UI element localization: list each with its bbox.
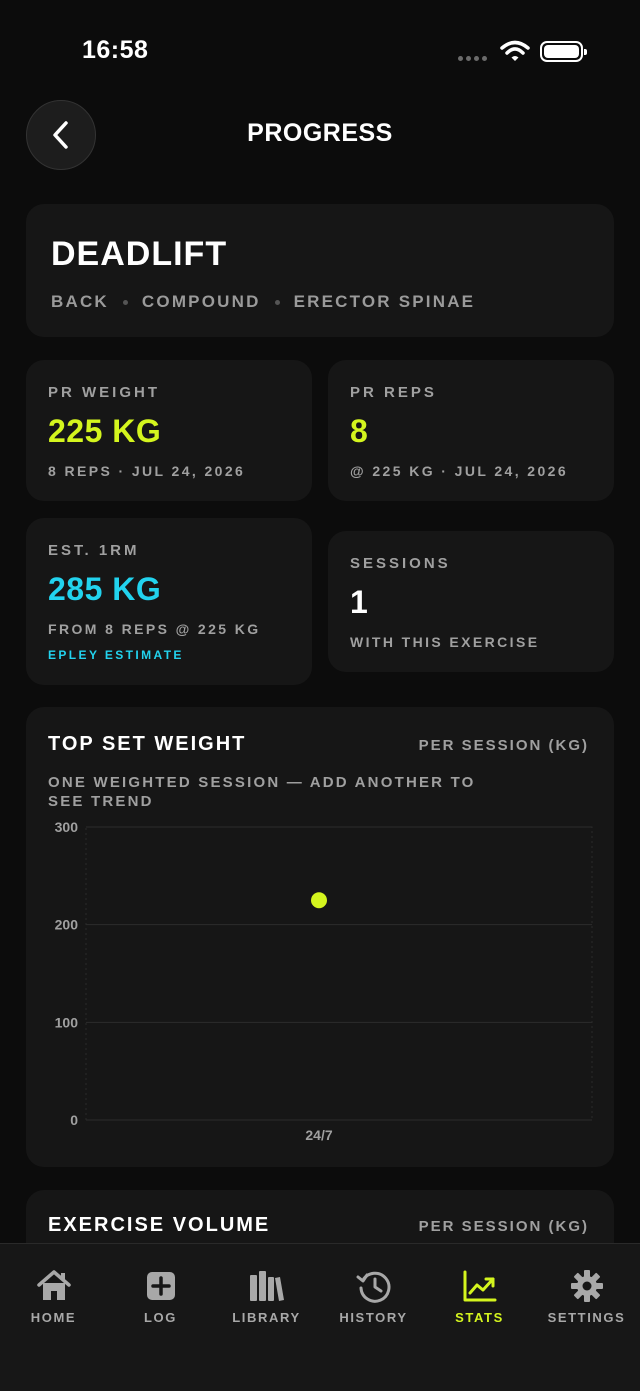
gear-icon bbox=[570, 1270, 603, 1302]
est-1rm-label: EST. 1RM bbox=[48, 542, 140, 559]
status-time: 16:58 bbox=[82, 36, 149, 64]
tab-library-label: LIBRARY bbox=[232, 1310, 301, 1325]
sessions-card: SESSIONS 1 WITH THIS EXERCISE bbox=[328, 531, 614, 672]
tab-settings[interactable]: SETTINGS bbox=[533, 1244, 640, 1344]
pr-weight-card: PR WEIGHT 225 KG 8 REPS · JUL 24, 2026 bbox=[26, 360, 312, 501]
status-bar: 16:58 bbox=[0, 0, 640, 100]
est-1rm-card: EST. 1RM 285 KG FROM 8 REPS @ 225 KG EPL… bbox=[26, 518, 312, 685]
est-1rm-method: EPLEY ESTIMATE bbox=[48, 648, 184, 662]
x-tick-label: 24/7 bbox=[305, 1127, 332, 1143]
battery-icon bbox=[540, 41, 587, 62]
tab-history-label: HISTORY bbox=[339, 1310, 408, 1325]
pr-weight-detail: 8 REPS · JUL 24, 2026 bbox=[48, 463, 246, 479]
tab-library[interactable]: LIBRARY bbox=[213, 1244, 320, 1344]
chart-plot-area bbox=[85, 826, 593, 1121]
volume-chart-title: EXERCISE VOLUME bbox=[48, 1214, 271, 1236]
tab-log-label: LOG bbox=[144, 1310, 177, 1325]
tag-muscle-group: BACK bbox=[51, 292, 109, 311]
top-set-weight-chart-card: TOP SET WEIGHT PER SESSION (KG) ONE WEIG… bbox=[26, 707, 614, 1167]
pr-reps-detail: @ 225 KG · JUL 24, 2026 bbox=[350, 463, 569, 479]
library-icon bbox=[249, 1271, 284, 1301]
y-tick-label: 0 bbox=[70, 1112, 78, 1128]
tab-home-label: HOME bbox=[30, 1310, 77, 1325]
y-tick-label: 300 bbox=[55, 819, 79, 835]
pr-weight-value: 225 KG bbox=[48, 413, 162, 449]
tab-settings-label: SETTINGS bbox=[547, 1310, 626, 1325]
home-icon bbox=[36, 1270, 71, 1300]
data-point bbox=[311, 892, 327, 909]
pr-reps-card: PR REPS 8 @ 225 KG · JUL 24, 2026 bbox=[328, 360, 614, 501]
tab-stats-label: STATS bbox=[455, 1310, 504, 1325]
volume-chart-unit-label: PER SESSION (KG) bbox=[418, 1218, 589, 1235]
chart-trend-icon bbox=[463, 1270, 496, 1302]
tag-separator bbox=[122, 299, 128, 305]
y-tick-label: 100 bbox=[55, 1014, 79, 1030]
cellular-signal-icon bbox=[458, 56, 487, 61]
tab-stats[interactable]: STATS bbox=[426, 1244, 533, 1344]
pr-weight-label: PR WEIGHT bbox=[48, 384, 160, 401]
tab-history[interactable]: HISTORY bbox=[320, 1244, 427, 1344]
history-icon bbox=[356, 1271, 390, 1303]
page-title: PROGRESS bbox=[247, 119, 393, 147]
tag-target-muscle: ERECTOR SPINAE bbox=[293, 292, 476, 311]
pr-reps-label: PR REPS bbox=[350, 384, 437, 401]
est-1rm-detail: FROM 8 REPS @ 225 KG bbox=[48, 621, 261, 637]
tab-home[interactable]: HOME bbox=[0, 1244, 107, 1344]
sessions-detail: WITH THIS EXERCISE bbox=[350, 634, 540, 650]
tab-log[interactable]: LOG bbox=[107, 1244, 214, 1344]
pr-reps-value: 8 bbox=[350, 413, 369, 449]
sessions-label: SESSIONS bbox=[350, 555, 451, 572]
exercise-card: DEADLIFT BACK COMPOUND ERECTOR SPINAE bbox=[26, 204, 614, 337]
est-1rm-value: 285 KG bbox=[48, 571, 162, 607]
sessions-value: 1 bbox=[350, 584, 369, 620]
tag-movement-type: COMPOUND bbox=[141, 292, 261, 311]
top-set-weight-chart: 0 100 200 300 24/7 bbox=[55, 819, 593, 1143]
y-tick-label: 200 bbox=[55, 917, 79, 933]
tab-bar: HOME LOG LIBRARY HISTORY STATS SETTINGS bbox=[0, 1243, 640, 1391]
wifi-icon bbox=[500, 40, 530, 61]
exercise-tags: BACK COMPOUND ERECTOR SPINAE bbox=[51, 292, 475, 312]
plus-square-icon bbox=[146, 1272, 175, 1300]
exercise-name: DEADLIFT bbox=[51, 235, 228, 273]
tag-separator bbox=[274, 299, 280, 305]
